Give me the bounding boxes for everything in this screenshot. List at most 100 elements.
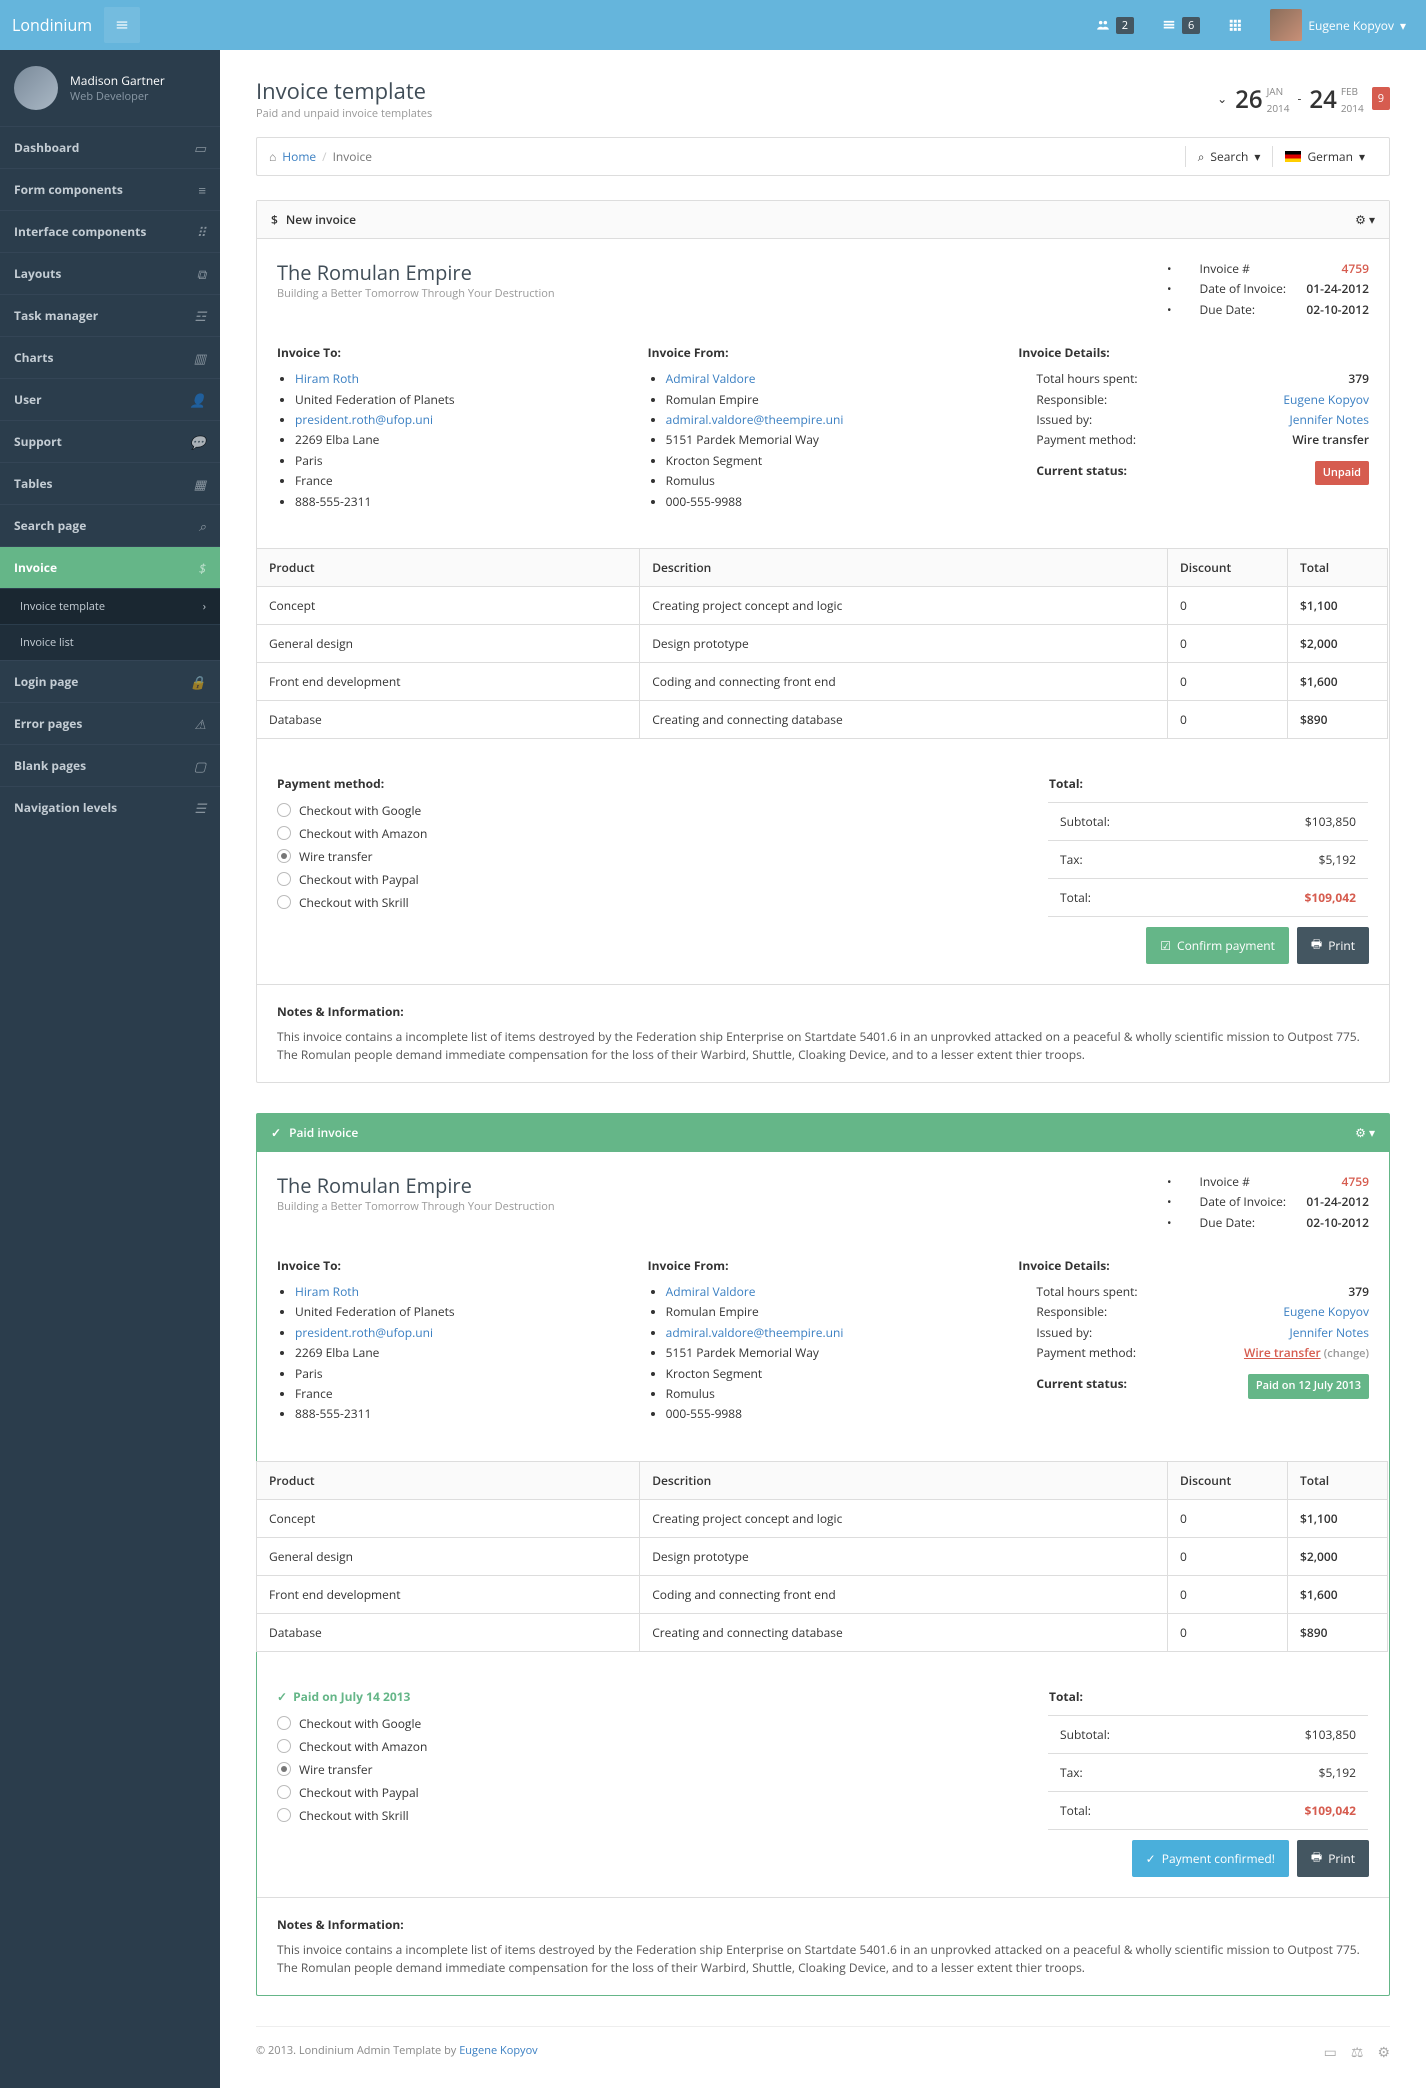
table-row: General designDesign prototype0$2,000: [257, 624, 1388, 662]
sidebar: Madison GartnerWeb Developer Dashboard▭ …: [0, 50, 220, 2088]
items-table: ProductDescritionDiscountTotal ConceptCr…: [256, 1461, 1388, 1652]
panel-paid: ✓Paid invoice ⚙ ▾ The Romulan EmpireBuil…: [256, 1113, 1390, 1996]
warning-icon: ⚠: [194, 715, 206, 733]
subnav-template[interactable]: Invoice template›: [0, 588, 220, 624]
panel-unpaid: $New invoice ⚙ ▾ The Romulan EmpireBuild…: [256, 200, 1390, 1083]
from-email[interactable]: admiral.valdore@theempire.uni: [666, 411, 844, 428]
nav-login[interactable]: Login page🔒: [0, 660, 220, 702]
user-icon: 👤: [190, 391, 206, 409]
coin-icon: $: [271, 211, 278, 228]
nav-tasks[interactable]: Task manager☲: [0, 294, 220, 336]
items-table: ProductDescritionDiscountTotal ConceptCr…: [256, 548, 1388, 739]
confirmed-button[interactable]: ✓Payment confirmed!: [1132, 1840, 1289, 1877]
nav-search[interactable]: Search page⌕: [0, 504, 220, 546]
check-icon: ✓: [1146, 1850, 1156, 1867]
nav-error[interactable]: Error pages⚠: [0, 702, 220, 744]
table-icon: ▦: [194, 475, 206, 493]
print-icon: 🖶: [1311, 1848, 1322, 1869]
invoice-meta: Invoice #4759 Date of Invoice:01-24-2012…: [1149, 259, 1369, 320]
check-icon: ☑: [1160, 937, 1171, 954]
nav-user[interactable]: User👤: [0, 378, 220, 420]
brand[interactable]: Londinium: [12, 14, 92, 36]
payment-option[interactable]: Checkout with Google: [277, 802, 427, 819]
status-badge: Paid on 12 July 2013: [1248, 1374, 1369, 1399]
check-icon: ✓: [277, 1688, 287, 1705]
flag-icon: [1285, 151, 1301, 162]
home-icon: ⌂: [269, 148, 276, 165]
payment-option[interactable]: Wire transfer: [277, 848, 427, 865]
nav-blank[interactable]: Blank pages▢: [0, 744, 220, 786]
footer: © 2013. Londinium Admin Template by Euge…: [256, 2026, 1390, 2062]
payment-option[interactable]: Checkout with Paypal: [277, 871, 427, 888]
payment-option[interactable]: Checkout with Paypal: [277, 1784, 427, 1801]
chevron-right-icon: ›: [203, 599, 206, 614]
from-name[interactable]: Admiral Valdore: [666, 370, 756, 387]
nav-forms[interactable]: Form components≡: [0, 168, 220, 210]
table-row: DatabaseCreating and connecting database…: [257, 1613, 1388, 1651]
list-icon: [1162, 18, 1176, 32]
to-name[interactable]: Hiram Roth: [295, 370, 359, 387]
gear-icon[interactable]: ⚙: [1377, 2043, 1390, 2062]
nav-charts[interactable]: Charts▥: [0, 336, 220, 378]
check-icon: ✓: [271, 1124, 281, 1141]
screen-icon[interactable]: ▭: [1324, 2043, 1337, 2062]
topbar-user[interactable]: Eugene Kopyov▾: [1262, 1, 1414, 49]
payment-option[interactable]: Checkout with Skrill: [277, 1807, 427, 1824]
topbar-tasks[interactable]: 6: [1154, 9, 1208, 42]
bc-current: Invoice: [333, 148, 372, 165]
table-row: ConceptCreating project concept and logi…: [257, 1499, 1388, 1537]
screen-icon: ▭: [194, 139, 206, 157]
search-icon: ⌕: [1198, 148, 1205, 165]
coin-icon: $: [199, 559, 206, 577]
confirm-button[interactable]: ☑Confirm payment: [1146, 927, 1289, 964]
print-icon: 🖶: [1311, 935, 1322, 956]
balance-icon[interactable]: ⚖: [1351, 2043, 1364, 2062]
nav-dashboard[interactable]: Dashboard▭: [0, 126, 220, 168]
nav-support[interactable]: Support💬: [0, 420, 220, 462]
bc-lang[interactable]: German▾: [1272, 146, 1377, 167]
tasks-icon: ☲: [194, 307, 206, 325]
table-row: Front end developmentCoding and connecti…: [257, 1575, 1388, 1613]
grid-icon: ⠿: [196, 223, 206, 241]
gear-icon[interactable]: ⚙ ▾: [1355, 1124, 1375, 1141]
chevron-down-icon: ⌄: [1217, 90, 1227, 107]
bc-home[interactable]: Home: [282, 148, 316, 165]
sidebar-toggle[interactable]: [104, 7, 140, 43]
topbar: Londinium 2 6 Eugene Kopyov▾: [0, 0, 1426, 50]
status-badge: Unpaid: [1315, 461, 1369, 486]
table-row: DatabaseCreating and connecting database…: [257, 700, 1388, 738]
payment-option[interactable]: Checkout with Amazon: [277, 825, 427, 842]
nav-levels[interactable]: Navigation levels☰: [0, 786, 220, 828]
stack-icon: ☰: [194, 799, 206, 817]
nav-interface[interactable]: Interface components⠿: [0, 210, 220, 252]
topbar-users[interactable]: 2: [1088, 9, 1142, 42]
subnav-list[interactable]: Invoice list: [0, 624, 220, 660]
file-icon: ▢: [194, 757, 206, 775]
bc-search[interactable]: ⌕Search▾: [1185, 146, 1273, 167]
lock-icon: 🔒: [190, 673, 206, 691]
print-button[interactable]: 🖶Print: [1297, 1840, 1369, 1877]
content: Invoice templatePaid and unpaid invoice …: [220, 50, 1426, 2088]
nav-invoice[interactable]: Invoice$: [0, 546, 220, 588]
date-badge: 9: [1372, 87, 1390, 110]
list-icon: ≡: [198, 181, 206, 199]
menu-icon: [115, 18, 129, 32]
table-row: Front end developmentCoding and connecti…: [257, 662, 1388, 700]
chart-icon: ▥: [194, 349, 206, 367]
print-button[interactable]: 🖶Print: [1297, 927, 1369, 964]
page-title: Invoice template: [256, 76, 432, 106]
date-range[interactable]: ⌄ 26JAN2014 - 24FEB2014 9: [1217, 76, 1390, 121]
chat-icon: 💬: [190, 433, 206, 451]
table-row: General designDesign prototype0$2,000: [257, 1537, 1388, 1575]
sidebar-user[interactable]: Madison GartnerWeb Developer: [0, 50, 220, 126]
payment-option[interactable]: Checkout with Skrill: [277, 894, 427, 911]
topbar-apps[interactable]: [1220, 10, 1250, 40]
payment-option[interactable]: Checkout with Amazon: [277, 1738, 427, 1755]
payment-option[interactable]: Wire transfer: [277, 1761, 427, 1778]
to-email[interactable]: president.roth@ufop.uni: [295, 411, 433, 428]
nav-layouts[interactable]: Layouts⧉: [0, 252, 220, 294]
nav-tables[interactable]: Tables▦: [0, 462, 220, 504]
payment-option[interactable]: Checkout with Google: [277, 1715, 427, 1732]
company: The Romulan Empire: [277, 259, 555, 286]
gear-icon[interactable]: ⚙ ▾: [1355, 211, 1375, 228]
